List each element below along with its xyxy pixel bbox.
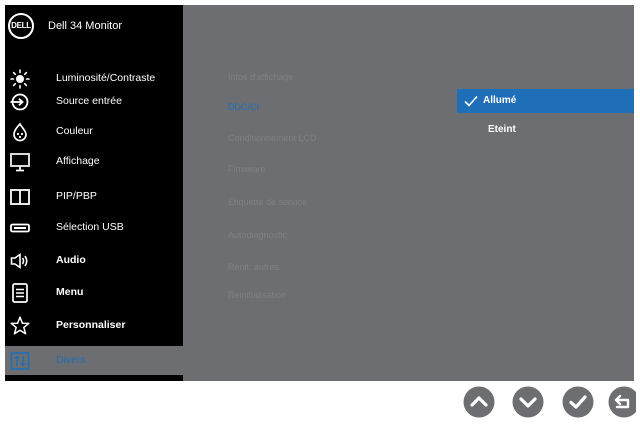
menu-item-label: Couleur xyxy=(56,125,93,137)
star-icon xyxy=(10,316,30,335)
check-icon[interactable] xyxy=(562,386,594,418)
back-icon[interactable] xyxy=(608,386,636,418)
menu-item-color[interactable]: Couleur xyxy=(5,116,183,148)
submenu-item-reset-others[interactable]: Rénit. autres xyxy=(228,262,279,272)
menu-item-display[interactable]: Affichage xyxy=(5,146,183,178)
submenu-item-display-info[interactable]: Infos d'affichage xyxy=(228,72,293,82)
down-arrow-icon[interactable] xyxy=(512,386,544,418)
osd-panel: DELL Dell 34 Monitor Luminosité/Contrast… xyxy=(5,5,634,381)
checkmark-icon xyxy=(464,95,478,107)
menu-item-label: Affichage xyxy=(56,155,100,167)
submenu-item-lcd-conditioning[interactable]: Conditionnement LCD xyxy=(228,133,317,143)
menu-item-audio[interactable]: Audio xyxy=(5,245,183,277)
menu-item-pip-pbp[interactable]: PIP/PBP xyxy=(5,181,183,213)
submenu-item-self-diagnostic[interactable]: Autodiagnostic xyxy=(228,230,287,240)
menu-item-label: Luminosité/Contraste xyxy=(56,72,156,84)
option-off[interactable]: Eteint xyxy=(457,118,634,142)
menu-item-others[interactable]: Divers xyxy=(5,346,183,375)
option-label: Allumé xyxy=(483,95,517,106)
usb-icon xyxy=(10,223,30,233)
menu-item-personalize[interactable]: Personnaliser xyxy=(5,310,183,342)
menu-item-input-source[interactable]: Source entrée xyxy=(5,86,183,118)
menu-item-label: Sélection USB xyxy=(56,221,124,233)
menu-item-label: Audio xyxy=(56,254,86,266)
option-on[interactable]: Allumé xyxy=(457,89,634,113)
others-icon xyxy=(10,352,30,370)
menu-item-label: Divers xyxy=(56,354,86,366)
submenu-item-service-tag[interactable]: Étiquette de service xyxy=(228,197,307,207)
menu-item-label: Menu xyxy=(56,286,84,298)
dell-logo: DELL xyxy=(8,13,34,39)
menu-item-label: Personnaliser xyxy=(56,319,126,331)
menu-item-label: Source entrée xyxy=(56,95,122,107)
submenu-item-ddc-ci[interactable]: DDC/CI xyxy=(228,102,259,112)
pip-pbp-icon xyxy=(10,189,30,205)
submenu-item-factory-reset[interactable]: Réinitialisation xyxy=(228,290,286,300)
menu-icon xyxy=(12,283,28,303)
audio-icon xyxy=(10,252,28,270)
monitor-title: Dell 34 Monitor xyxy=(48,20,122,32)
menu-item-usb-selection[interactable]: Sélection USB xyxy=(5,212,183,244)
input-source-icon xyxy=(10,93,29,111)
display-icon xyxy=(10,153,30,172)
submenu-item-firmware[interactable]: Firmware xyxy=(228,164,266,174)
menu-item-menu[interactable]: Menu xyxy=(5,277,183,309)
color-icon xyxy=(13,122,27,142)
main-menu-sidebar: DELL Dell 34 Monitor Luminosité/Contrast… xyxy=(5,5,183,381)
option-label: Eteint xyxy=(488,124,516,135)
up-arrow-icon[interactable] xyxy=(463,386,495,418)
menu-header: DELL Dell 34 Monitor xyxy=(5,5,183,49)
menu-item-label: PIP/PBP xyxy=(56,190,97,202)
